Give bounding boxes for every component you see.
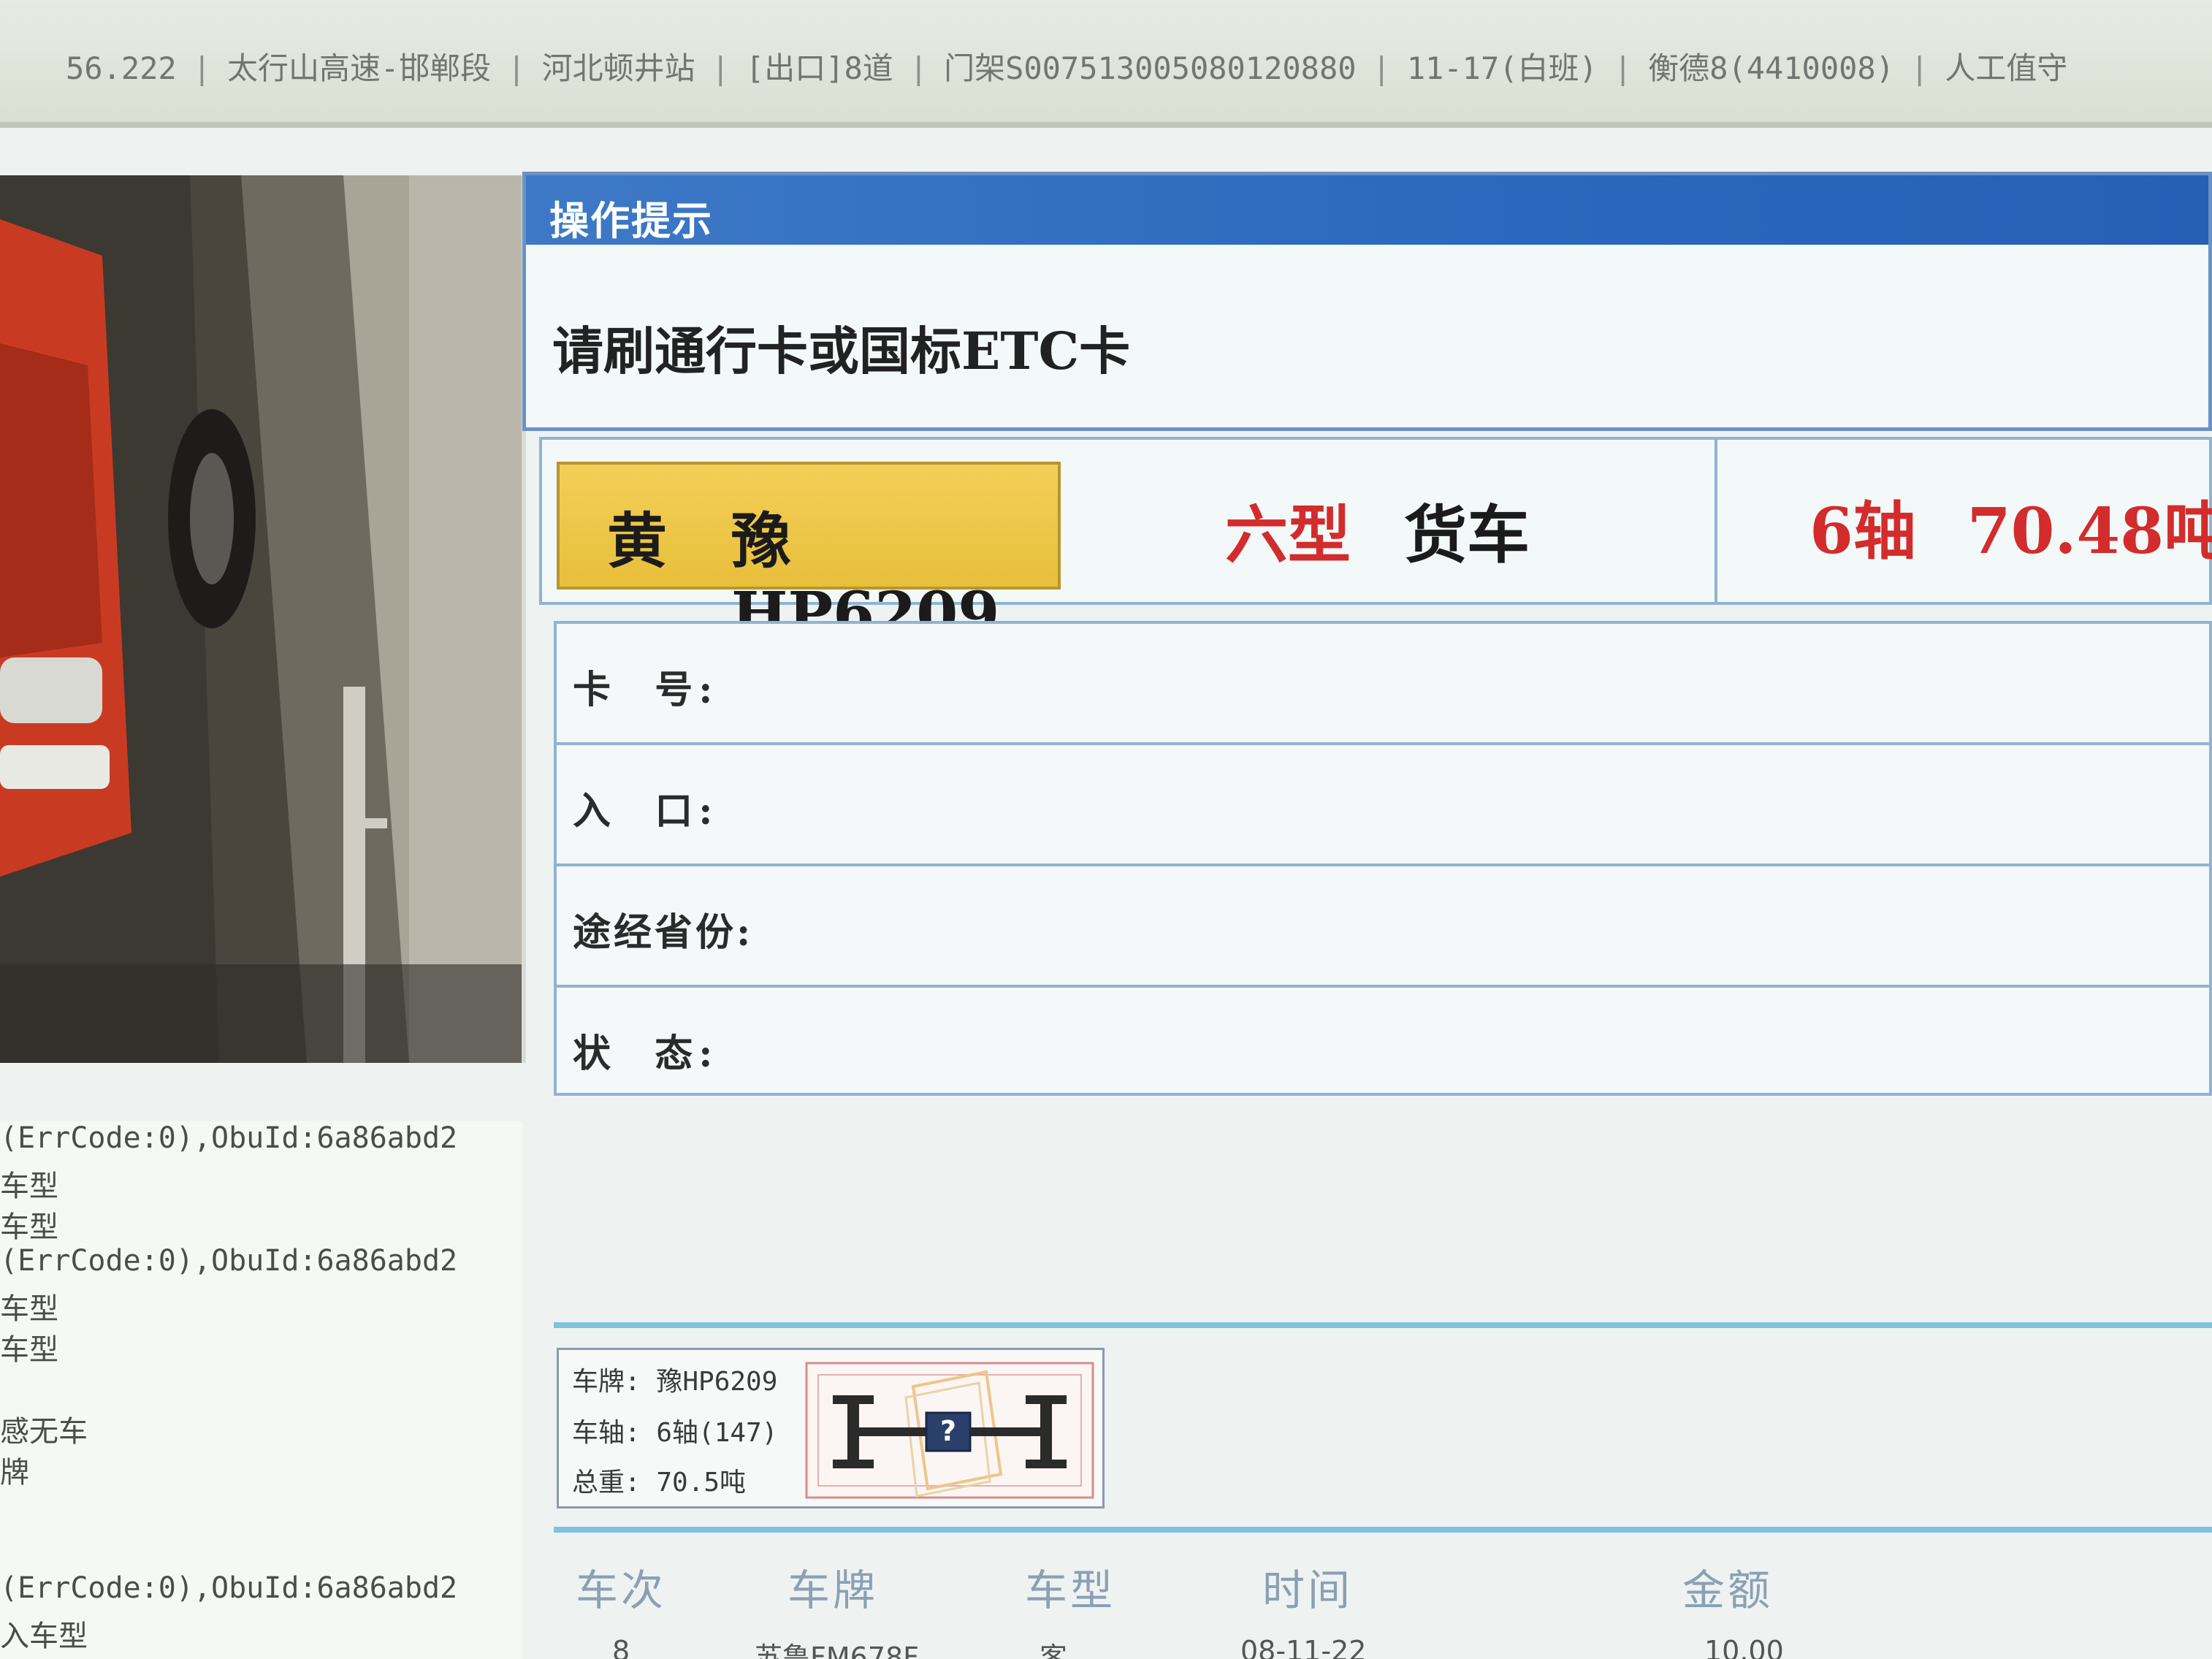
vehicle-info-row: 黄 豫HP6209 六型 货车 6轴 70.48吨 xyxy=(539,437,2212,649)
event-log: (ErrCode:0),ObuId:6a86abd2 车型 车型 (ErrCod… xyxy=(0,1121,522,1659)
license-plate: 黄 豫HP6209 xyxy=(557,462,1061,649)
log-line: 车型 xyxy=(0,1170,58,1203)
cell-trip: 8 xyxy=(612,1635,630,1659)
vehicle-weight: 70.48吨 xyxy=(1967,495,2212,568)
operation-prompt-panel: 操作提示 请刷通行卡或国标ETC卡 xyxy=(522,172,2212,431)
status-gantry: 门架S0075130050801208​80 xyxy=(944,50,1357,86)
lane-camera-image xyxy=(0,175,526,1063)
pass-info-table: 卡 号: 入 口: 途经省份: 状 态: xyxy=(554,621,2212,1096)
status-ip: 56.222 xyxy=(66,50,177,86)
plate-color: 黄 xyxy=(607,506,668,576)
entry-label: 入 口: xyxy=(573,789,719,834)
prompt-message: 请刷通行卡或国标ETC卡 xyxy=(552,321,1131,381)
log-line: 入车型 xyxy=(0,1620,88,1653)
svg-text:?: ? xyxy=(940,1415,956,1447)
card-number-row: 卡 号: xyxy=(557,624,2209,745)
column-plate: 车牌 xyxy=(787,1565,879,1615)
detector-plate: 车牌: 豫HP6209 xyxy=(572,1367,778,1397)
state-label: 状 态: xyxy=(573,1031,719,1076)
status-operator: 衡德8(4410008) xyxy=(1648,50,1894,86)
log-line: 车型 xyxy=(0,1333,58,1367)
cell-time: 08-11-22 xyxy=(1240,1635,1367,1659)
axle-detector-panel: 车牌: 豫HP6209 车轴: 6轴(147) 总重: 70.5吨 ? xyxy=(557,1348,1105,1509)
table-row[interactable]: 8 苏鲁FM678F 客 08-11-22 10.00 xyxy=(554,1635,2212,1659)
log-line: 车型 xyxy=(0,1210,58,1244)
cell-amount: 10.00 xyxy=(1704,1635,1784,1659)
status-station: 河北顿井站 xyxy=(541,50,695,86)
log-line: (ErrCode:0),ObuId:6a86abd2 xyxy=(0,1244,458,1278)
camera-scene xyxy=(0,175,522,1063)
axle-unknown-icon: ? xyxy=(805,1362,1094,1499)
axle-count: 6轴 xyxy=(1809,495,1916,568)
provinces-row: 途经省份: xyxy=(557,866,2209,988)
state-row: 状 态: xyxy=(557,988,2209,1096)
prompt-header: 操作提示 xyxy=(526,175,2208,245)
status-shift: 11-17(白班) xyxy=(1406,50,1598,86)
axle-weight: 6轴 70.48吨 xyxy=(1809,480,2212,571)
log-line: 车型 xyxy=(0,1292,58,1326)
log-line: 牌 xyxy=(0,1456,29,1490)
detector-weight: 总重: 70.5吨 xyxy=(572,1468,747,1498)
prompt-title: 操作提示 xyxy=(549,198,713,244)
log-line: (ErrCode:0),ObuId:6a86abd2 xyxy=(0,1571,458,1605)
status-mode: 人工值守 xyxy=(1945,50,2068,86)
cell-plate: 苏鲁FM678F xyxy=(755,1641,920,1659)
detector-axles: 车轴: 6轴(147) xyxy=(572,1418,778,1448)
status-bar: 56.222 | 太行山高速-邯郸段 | 河北顿井站 | [出口]8道 | 门架S0075130… xyxy=(0,0,2212,128)
status-lane: [出口]8道 xyxy=(745,50,893,86)
column-amount: 金额 xyxy=(1682,1565,1774,1615)
cell-type: 客 xyxy=(1040,1641,1068,1659)
provinces-label: 途经省份: xyxy=(573,910,754,955)
vehicle-class: 六型 xyxy=(1225,498,1351,572)
vehicle-divider xyxy=(1715,440,1717,602)
column-time: 时间 xyxy=(1262,1565,1354,1615)
log-line: (ErrCode:0),ObuId:6a86abd2 xyxy=(0,1121,458,1155)
vehicle-type: 货车 xyxy=(1404,498,1530,572)
entry-row: 入 口: xyxy=(557,745,2209,866)
toll-station-screen: 56.222 | 太行山高速-邯郸段 | 河北顿井站 | [出口]8道 | 门架S0075130… xyxy=(0,0,2212,1659)
status-text: 56.222 | 太行山高速-邯郸段 | 河北顿井站 | [出口]8道 | 门架S0075130… xyxy=(66,50,2068,86)
column-trip: 车次 xyxy=(576,1565,667,1615)
section-separator xyxy=(554,1527,2212,1533)
status-road: 太行山高速-邯郸段 xyxy=(227,50,492,86)
column-type: 车型 xyxy=(1025,1565,1116,1615)
history-table-header: 车次 车牌 车型 时间 金额 xyxy=(554,1549,2212,1622)
log-line: 感无车 xyxy=(0,1415,88,1449)
section-separator xyxy=(554,1322,2212,1328)
card-number-label: 卡 号: xyxy=(573,668,719,712)
